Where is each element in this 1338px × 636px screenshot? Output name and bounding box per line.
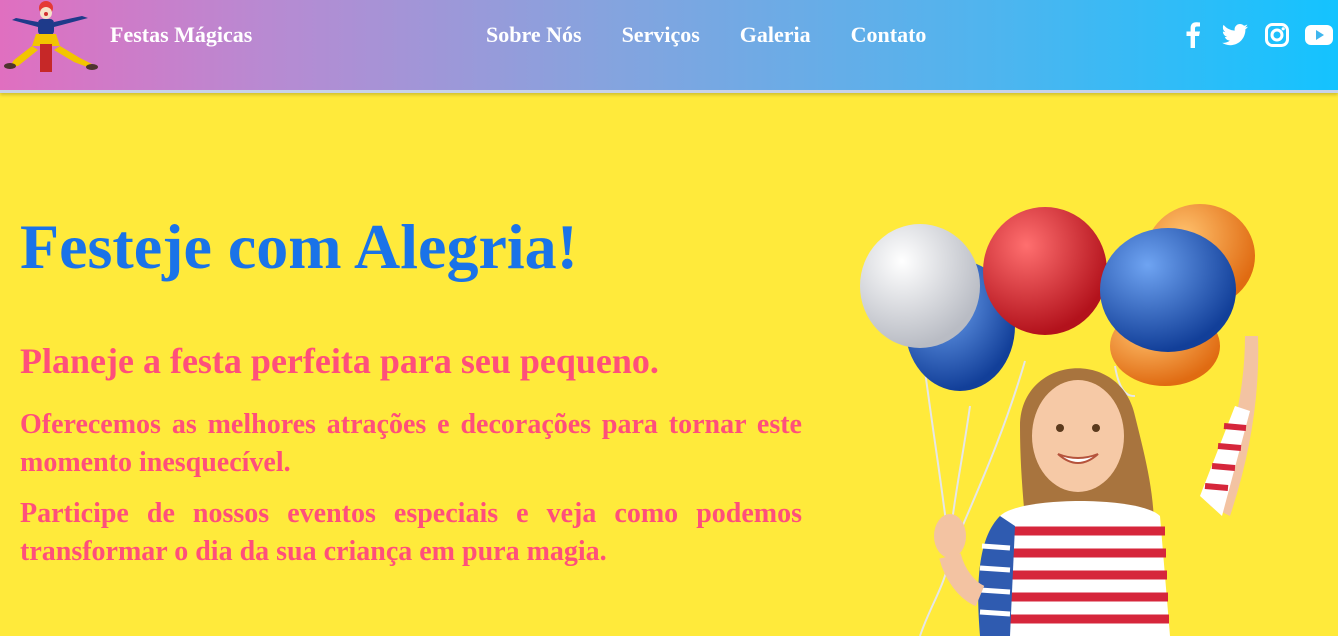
hero-subtitle: Planeje a festa perfeita para seu pequen… <box>20 341 659 381</box>
nav-sobre-nos[interactable]: Sobre Nós <box>486 22 582 48</box>
nav-galeria[interactable]: Galeria <box>740 22 811 48</box>
brand-name[interactable]: Festas Mágicas <box>110 22 252 48</box>
hero-title: Festeje com Alegria! <box>20 211 578 282</box>
instagram-icon[interactable] <box>1262 20 1292 50</box>
nav-contato[interactable]: Contato <box>851 22 927 48</box>
clown-logo-icon[interactable] <box>2 0 100 74</box>
hero-paragraph-2: Participe de nossos eventos especiais e … <box>20 498 802 567</box>
facebook-icon[interactable] <box>1178 20 1208 50</box>
main-nav: Sobre Nós Serviços Galeria Contato <box>486 22 966 48</box>
twitter-icon[interactable] <box>1220 20 1250 50</box>
girl-with-balloons-image <box>860 204 1259 636</box>
youtube-icon[interactable] <box>1304 20 1334 50</box>
social-links <box>1166 20 1334 50</box>
hero-paragraph-1: Oferecemos as melhores atrações e decora… <box>20 409 802 478</box>
nav-servicos[interactable]: Serviços <box>622 22 700 48</box>
site-header: Festas Mágicas Sobre Nós Serviços Galeri… <box>0 0 1338 93</box>
